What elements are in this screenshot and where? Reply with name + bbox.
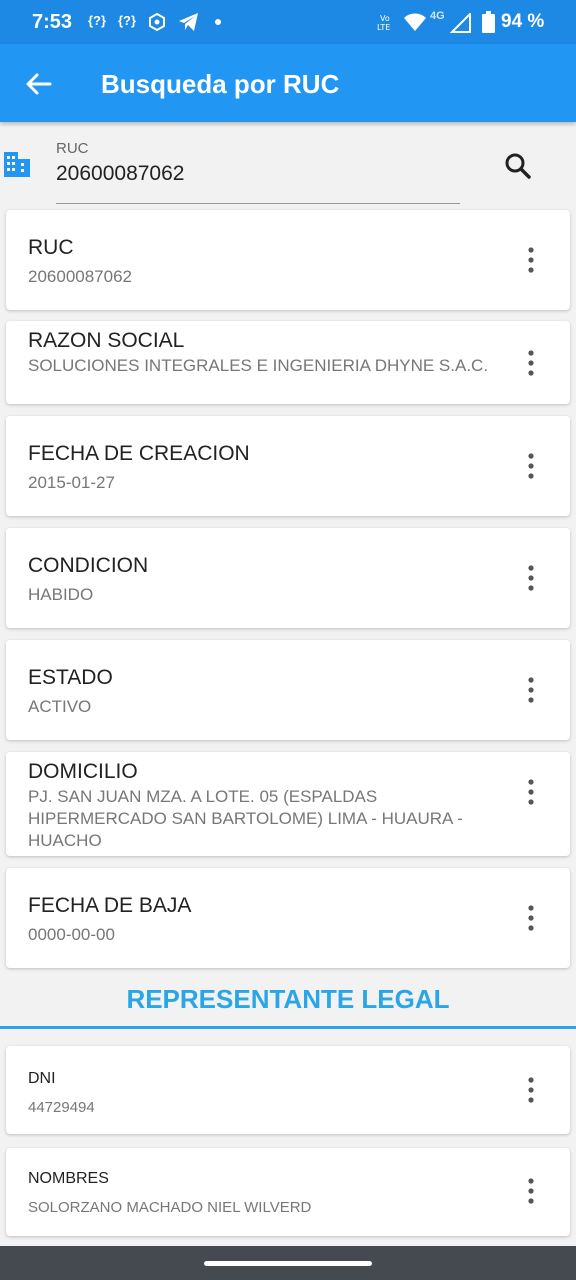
more-vert-icon[interactable]	[521, 777, 541, 807]
more-vert-icon[interactable]	[521, 348, 541, 378]
network-type: 4G	[430, 10, 445, 22]
info-card-fecha-baja: FECHA DE BAJA 0000-00-00	[6, 868, 570, 968]
system-nav-bar	[0, 1246, 576, 1280]
arrow-back-icon[interactable]	[22, 68, 54, 100]
home-gesture-handle[interactable]	[204, 1261, 372, 1266]
card-value: 0000-00-00	[28, 925, 115, 944]
status-time: 7:53	[32, 11, 73, 33]
card-value: 2015-01-27	[28, 473, 115, 492]
card-label: CONDICION	[28, 554, 149, 577]
dot-icon	[215, 19, 221, 25]
notification-icon-2: {?}	[118, 13, 137, 28]
card-label: RAZON SOCIAL	[28, 329, 185, 352]
more-vert-icon[interactable]	[521, 1176, 541, 1206]
more-vert-icon[interactable]	[521, 563, 541, 593]
svg-text:Vo: Vo	[380, 14, 390, 23]
card-label: FECHA DE CREACION	[28, 442, 250, 465]
more-vert-icon[interactable]	[521, 451, 541, 481]
info-card-estado: ESTADO ACTIVO	[6, 640, 570, 740]
hexagon-icon	[149, 13, 165, 31]
ruc-input-underline	[56, 203, 460, 204]
section-divider	[0, 1026, 576, 1029]
info-card-ruc: RUC 20600087062	[6, 210, 570, 310]
signal-icon	[450, 13, 471, 33]
svg-text:LTE: LTE	[377, 23, 390, 32]
card-label: RUC	[28, 236, 74, 259]
wifi-icon	[404, 13, 426, 31]
info-card-nombres: NOMBRES SOLORZANO MACHADO NIEL WILVERD	[6, 1148, 570, 1236]
search-icon[interactable]	[500, 148, 536, 184]
card-label: DNI	[28, 1070, 56, 1087]
card-label: FECHA DE BAJA	[28, 894, 192, 917]
card-value: SOLORZANO MACHADO NIEL WILVERD	[28, 1199, 312, 1216]
battery-percent: 94 %	[501, 11, 545, 32]
card-value: PJ. SAN JUAN MZA. A LOTE. 05 (ESPALDAS H…	[28, 787, 463, 850]
card-value: 44729494	[28, 1099, 95, 1116]
card-label: NOMBRES	[28, 1170, 109, 1187]
info-card-dni: DNI 44729494	[6, 1046, 570, 1134]
card-value: ACTIVO	[28, 697, 92, 716]
card-label: DOMICILIO	[28, 760, 138, 783]
card-value: 20600087062	[28, 267, 133, 286]
card-value: SOLUCIONES INTEGRALES E INGENIERIA DHYNE…	[28, 356, 489, 375]
info-card-domicilio: DOMICILIO PJ. SAN JUAN MZA. A LOTE. 05 (…	[6, 752, 570, 856]
card-label: ESTADO	[28, 666, 113, 689]
section-title-representante: REPRESENTANTE LEGAL	[126, 984, 450, 1014]
more-vert-icon[interactable]	[521, 1075, 541, 1105]
info-card-fecha-creacion: FECHA DE CREACION 2015-01-27	[6, 416, 570, 516]
battery-icon	[482, 11, 495, 33]
notification-icon-1: {?}	[88, 13, 107, 28]
card-value: HABIDO	[28, 585, 94, 604]
ruc-search-area: RUC 20600087062	[0, 122, 576, 210]
status-bar: 7:53 {?} {?} Vo LTE 4G 94 %	[0, 0, 576, 44]
volte-icon: Vo LTE	[377, 14, 390, 32]
info-card-razon-social: RAZON SOCIAL SOLUCIONES INTEGRALES E ING…	[6, 321, 570, 404]
page-title: Busqueda por RUC	[101, 69, 340, 99]
telegram-icon	[179, 13, 198, 31]
building-icon	[4, 152, 30, 177]
ruc-input[interactable]: 20600087062	[56, 162, 184, 186]
info-card-condicion: CONDICION HABIDO	[6, 528, 570, 628]
more-vert-icon[interactable]	[521, 245, 541, 275]
more-vert-icon[interactable]	[521, 675, 541, 705]
ruc-field-label: RUC	[56, 140, 89, 157]
more-vert-icon[interactable]	[521, 903, 541, 933]
app-bar: Busqueda por RUC	[0, 44, 576, 122]
